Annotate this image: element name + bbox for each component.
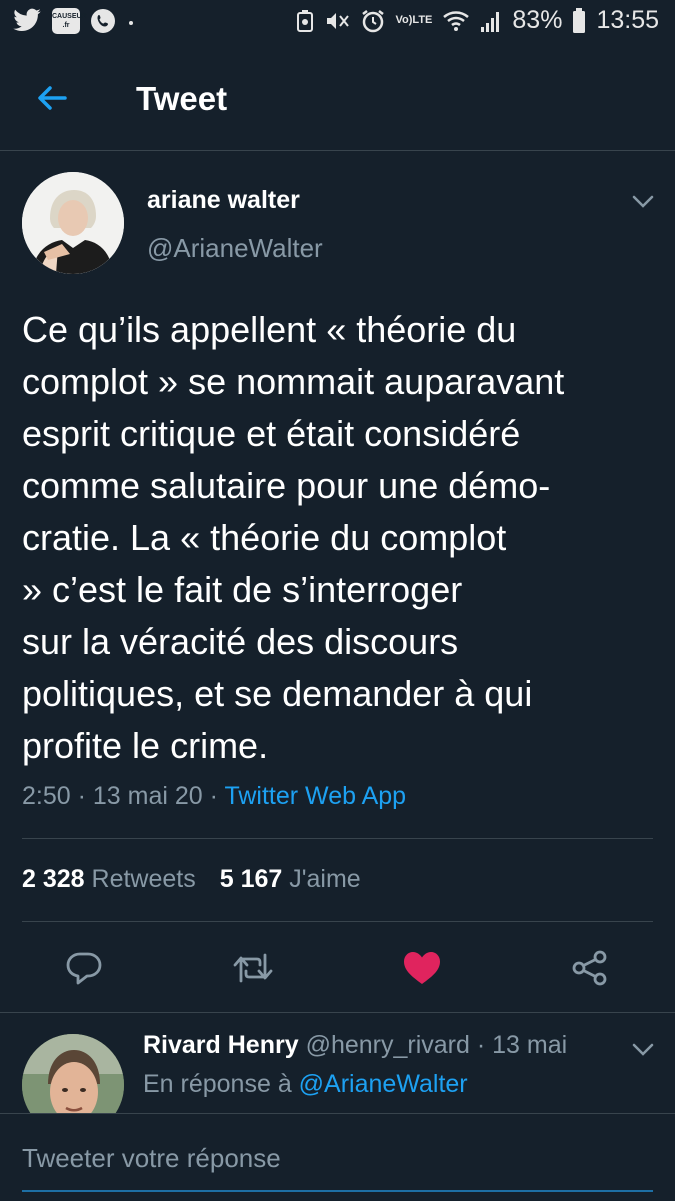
reply-author-name[interactable]: Rivard Henry [143,1031,299,1059]
mute-icon [324,9,350,33]
tweet-actions [0,940,675,998]
clock: 13:55 [596,6,659,34]
likes-label: J'aime [289,865,361,893]
section-divider [0,1012,675,1013]
retweets-label: Retweets [91,865,196,893]
lte-label: LTE [412,14,433,26]
battery-percentage: 83% [512,6,563,34]
signal-icon [480,9,502,33]
avatar-image [22,172,124,274]
share-icon [572,950,607,986]
retweets-count: 2 328 [22,865,85,893]
reply-date: 13 mai [492,1031,568,1059]
battery-icon [572,7,586,34]
twitter-bird-icon [12,8,42,34]
divider [22,921,653,922]
tweet-text: Ce qu’ils appellent « théorie du complot… [22,309,565,766]
wifi-icon [442,9,470,33]
volte-icon: Vo) LTE [396,15,433,26]
status-bar: CAUSEUR .fr Vo) LTE 83% 13:55 [0,0,675,46]
like-button[interactable] [400,946,444,990]
alarm-icon [360,8,386,34]
divider [22,838,653,839]
back-button[interactable] [34,80,70,116]
volte-label: Vo) [395,14,413,26]
notification-icons: CAUSEUR .fr [12,8,136,34]
reply-author-handle[interactable]: @henry_rivard [306,1031,470,1059]
tweet-metadata: 2:50 · 13 mai 20 · Twitter Web App [22,782,406,811]
reply-options-button[interactable] [632,1043,654,1057]
tweet-date: 13 mai 20 [92,782,203,810]
likes-count: 5 167 [219,865,283,893]
tweet-options-button[interactable] [632,195,654,209]
reply-mention-link[interactable]: @ArianeWalter [299,1070,468,1098]
comment-icon [66,952,102,985]
meta-separator: · [209,782,218,810]
tweet-time: 2:50 [22,782,71,810]
causeur-label: CAUSEUR [52,13,87,20]
meta-separator: · [77,782,86,810]
reply-composer [0,1113,675,1201]
reply-header: Rivard Henry @henry_rivard · 13 mai [143,1031,567,1060]
reply-prefix: En réponse à [143,1070,292,1098]
retweet-icon [233,953,273,983]
phone-icon [90,8,116,34]
causeur-domain: .fr [62,22,70,29]
engagement-stats: 2 328 Retweets 5 167 J'aime [22,865,361,894]
likes-stat[interactable]: 5 167 J'aime [220,865,361,894]
recycle-icon [296,9,314,33]
share-button[interactable] [568,946,612,990]
chevron-down-icon [632,195,654,208]
author-name[interactable]: ariane walter [147,186,300,215]
input-underline [22,1190,653,1192]
causeur-app-icon: CAUSEUR .fr [52,8,87,34]
author-handle[interactable]: @ArianeWalter [147,233,323,264]
dot-icon [126,16,136,26]
heart-filled-icon [404,952,440,984]
reply-input[interactable] [22,1136,652,1180]
chevron-down-icon [632,1043,654,1056]
author-avatar[interactable] [22,172,124,274]
system-icons: Vo) LTE 83% 13:55 [296,6,659,35]
back-arrow-icon [38,86,67,110]
reply-context: En réponse à @ArianeWalter [143,1070,468,1099]
retweet-button[interactable] [231,946,275,990]
page-title: Tweet [136,80,228,117]
reply-button[interactable] [62,946,106,990]
app-header: Tweet [0,46,675,151]
source-app-link[interactable]: Twitter Web App [224,782,406,810]
retweets-stat[interactable]: 2 328 Retweets [22,865,196,894]
reply-separator: · [476,1031,486,1059]
